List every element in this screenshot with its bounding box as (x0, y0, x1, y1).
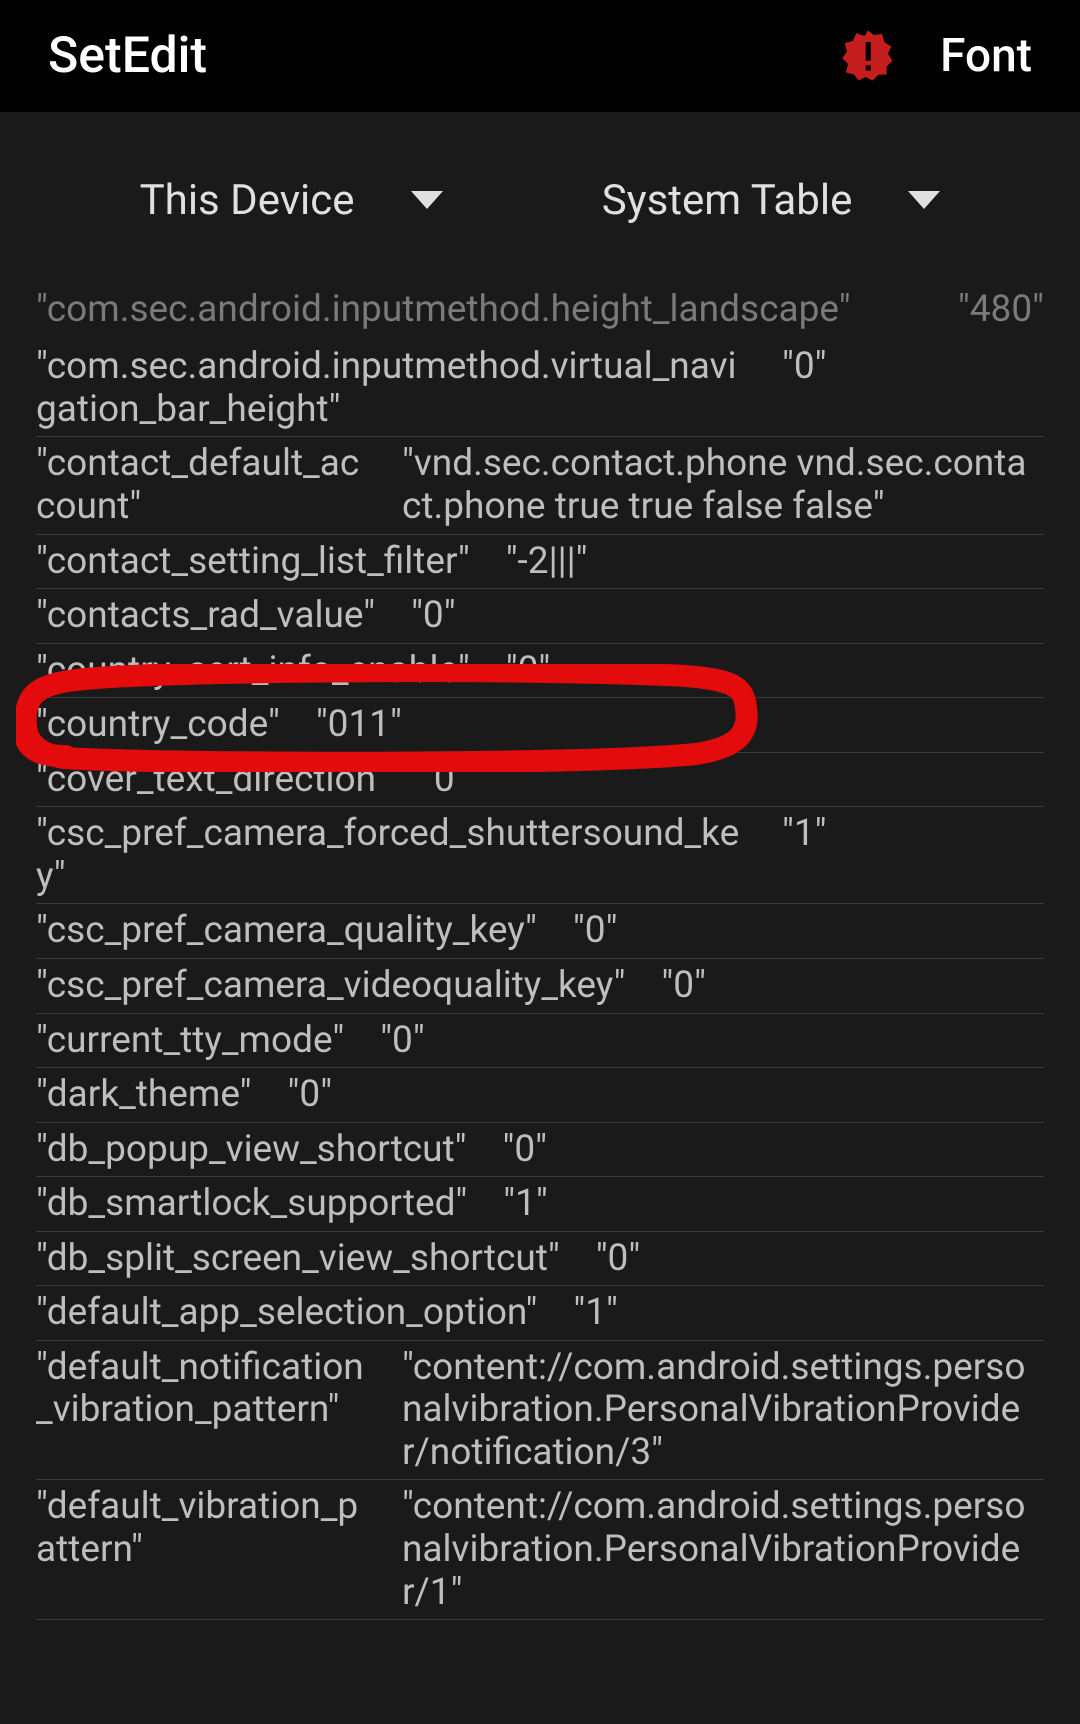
header-actions: Font (840, 28, 1032, 84)
row-key: "com.sec.android.inputmethod.height_land… (36, 288, 934, 332)
font-button[interactable]: Font (940, 29, 1032, 83)
table-row-partial[interactable]: "com.sec.android.inputmethod.height_land… (36, 288, 1044, 340)
row-value: "0" (380, 1020, 1044, 1063)
row-key: "contacts_rad_value" (36, 595, 375, 638)
row-key: "contact_default_account" (36, 443, 366, 528)
row-key: "db_popup_view_shortcut" (36, 1129, 467, 1172)
table-dropdown[interactable]: System Table (602, 176, 941, 225)
table-row[interactable]: "com.sec.android.inputmethod.virtual_nav… (36, 340, 1044, 437)
table-row[interactable]: "db_popup_view_shortcut" "0" (36, 1123, 1044, 1178)
table-row[interactable]: "default_vibration_pattern" "content://co… (36, 1480, 1044, 1620)
table-row[interactable]: "dark_theme" "0" (36, 1068, 1044, 1123)
content-area: This Device System Table "com.sec.androi… (0, 112, 1080, 1724)
row-value: "0" (503, 1129, 1044, 1172)
row-key: "dark_theme" (36, 1074, 252, 1117)
table-row[interactable]: "csc_pref_camera_quality_key" "0" (36, 904, 1044, 959)
device-dropdown[interactable]: This Device (140, 176, 443, 225)
row-key: "cover_text_direction" (36, 759, 386, 802)
chevron-down-icon (411, 191, 443, 209)
row-key: "default_notification_vibration_pattern" (36, 1347, 366, 1475)
settings-list[interactable]: "com.sec.android.inputmethod.height_land… (0, 288, 1080, 1620)
row-value: "1" (503, 1183, 1044, 1226)
row-value: "0" (288, 1074, 1044, 1117)
table-dropdown-label: System Table (602, 176, 853, 225)
row-key: "country_cert_info_enable" (36, 650, 470, 693)
row-value: "0" (411, 595, 1044, 638)
table-row[interactable]: "db_smartlock_supported" "1" (36, 1177, 1044, 1232)
row-key: "db_smartlock_supported" (36, 1183, 467, 1226)
row-key: "csc_pref_camera_forced_shuttersound_key… (36, 813, 746, 898)
row-value: "1" (573, 1292, 1044, 1335)
row-value: "content://com.android.settings.personal… (402, 1486, 1044, 1614)
table-row[interactable]: "csc_pref_camera_forced_shuttersound_key… (36, 807, 1044, 904)
row-value: "1" (782, 813, 1044, 898)
row-value: "480" (958, 288, 1044, 332)
table-row[interactable]: "default_app_selection_option" "1" (36, 1286, 1044, 1341)
filter-bar: This Device System Table (0, 112, 1080, 288)
device-dropdown-label: This Device (140, 176, 355, 225)
row-key: "current_tty_mode" (36, 1020, 344, 1063)
app-title: SetEdit (48, 27, 207, 85)
row-key: "com.sec.android.inputmethod.virtual_nav… (36, 346, 746, 431)
table-row[interactable]: "contact_default_account" "vnd.sec.contac… (36, 437, 1044, 534)
table-row[interactable]: "current_tty_mode" "0" (36, 1014, 1044, 1069)
table-row[interactable]: "default_notification_vibration_pattern"… (36, 1341, 1044, 1481)
table-row[interactable]: "contact_setting_list_filter" "-2|||" (36, 535, 1044, 590)
row-value: "0" (782, 346, 1044, 431)
row-value: "0" (506, 650, 1044, 693)
app-header: SetEdit Font (0, 0, 1080, 112)
row-value: "content://com.android.settings.personal… (402, 1347, 1044, 1475)
row-key: "contact_setting_list_filter" (36, 541, 470, 584)
table-row[interactable]: "cover_text_direction" "0" (36, 753, 1044, 808)
row-key: "csc_pref_camera_quality_key" (36, 910, 537, 953)
row-key: "csc_pref_camera_videoquality_key" (36, 965, 625, 1008)
warning-badge-icon[interactable] (840, 28, 896, 84)
row-value: "0" (573, 910, 1044, 953)
row-key: "db_split_screen_view_shortcut" (36, 1238, 560, 1281)
table-row[interactable]: "contacts_rad_value" "0" (36, 589, 1044, 644)
row-key: "default_app_selection_option" (36, 1292, 537, 1335)
row-value: "vnd.sec.contact.phone vnd.sec.contact.p… (402, 443, 1044, 528)
table-row[interactable]: "csc_pref_camera_videoquality_key" "0" (36, 959, 1044, 1014)
row-value: "-2|||" (506, 541, 1044, 584)
table-row[interactable]: "db_split_screen_view_shortcut" "0" (36, 1232, 1044, 1287)
table-row[interactable]: "country_code" "011" (36, 698, 1044, 753)
row-value: "011" (316, 704, 1044, 747)
chevron-down-icon (908, 191, 940, 209)
row-key: "default_vibration_pattern" (36, 1486, 366, 1614)
row-value: "0" (661, 965, 1044, 1008)
table-row[interactable]: "country_cert_info_enable" "0" (36, 644, 1044, 699)
row-key: "country_code" (36, 704, 280, 747)
row-value: "0" (596, 1238, 1044, 1281)
row-value: "0" (422, 759, 1044, 802)
